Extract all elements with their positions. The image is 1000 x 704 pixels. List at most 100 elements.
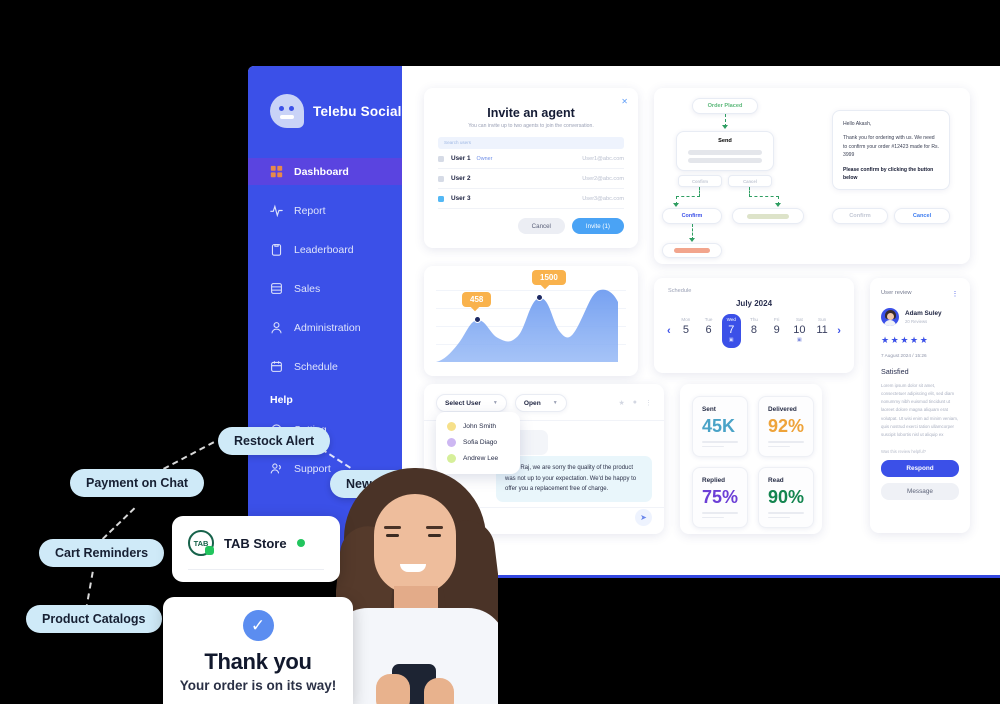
schedule-card: Schedule July 2024 ‹ Mon 5 Tue 6 Wed 7 ▣… bbox=[654, 278, 854, 373]
checkbox-icon-checked[interactable] bbox=[438, 195, 444, 202]
message-greeting: Hello Akash, bbox=[843, 121, 872, 127]
placeholder-bar bbox=[674, 248, 710, 253]
owner-tag: Owner bbox=[476, 155, 493, 162]
sidebar-help-heading: Help bbox=[270, 394, 293, 406]
sidebar-item-schedule[interactable]: Schedule bbox=[248, 353, 402, 380]
invite-agent-card: ✕ Invite an agent You can invite up to t… bbox=[424, 88, 638, 248]
flow-bubble-product-catalogs[interactable]: Product Catalogs bbox=[26, 605, 162, 633]
dropdown-option[interactable]: John Smith bbox=[436, 418, 520, 434]
star-icon[interactable]: ★ bbox=[618, 399, 624, 407]
day-number: 10 bbox=[793, 324, 806, 336]
day-name: Sun bbox=[818, 317, 827, 322]
dropdown-option[interactable]: Andrew Lee bbox=[436, 450, 520, 466]
day-number: 11 bbox=[816, 324, 828, 336]
schedule-day[interactable]: Thu 8 bbox=[744, 314, 763, 348]
invite-row[interactable]: User 3 User3@abc.com bbox=[438, 189, 624, 209]
more-vertical-icon[interactable]: ⋮ bbox=[952, 290, 960, 298]
chart-point bbox=[474, 316, 481, 323]
stat-value: 92% bbox=[768, 416, 805, 436]
sidebar-item-label: Support bbox=[294, 462, 331, 475]
send-icon[interactable]: ➤ bbox=[635, 509, 652, 526]
message-body: Thank you for ordering with us. We need … bbox=[843, 135, 939, 159]
brand-name: Telebu Social bbox=[313, 103, 402, 119]
invite-row[interactable]: User 1 Owner User1@abc.com bbox=[438, 149, 624, 169]
schedule-day-selected[interactable]: Wed 7 ▣ bbox=[721, 314, 741, 348]
flow-node-placeholder[interactable] bbox=[732, 208, 804, 224]
close-icon[interactable]: ✕ bbox=[621, 97, 628, 106]
status-dropdown[interactable]: Open ▼ bbox=[514, 394, 567, 412]
star-icon: ★ bbox=[919, 335, 930, 345]
stat-tile-replied: Replied 75% bbox=[692, 467, 749, 529]
arrow-icon bbox=[673, 203, 679, 207]
flow-bubble-payment-on-chat[interactable]: Payment on Chat bbox=[70, 469, 205, 497]
schedule-day[interactable]: Fri 9 bbox=[767, 314, 786, 348]
placeholder-bar bbox=[688, 158, 762, 163]
invite-subtitle: You can invite up to two agents to join … bbox=[468, 123, 594, 129]
flow-node-cancel-small[interactable]: Cancel bbox=[728, 175, 772, 187]
schedule-month: July 2024 bbox=[735, 299, 773, 308]
placeholder-bar bbox=[747, 213, 789, 219]
calendar-icon bbox=[271, 361, 282, 372]
select-user-label: Select User bbox=[445, 399, 481, 407]
sidebar-item-report[interactable]: Report bbox=[248, 197, 402, 224]
sidebar-item-administration[interactable]: Administration bbox=[248, 314, 402, 341]
day-name: Fri bbox=[774, 317, 780, 322]
star-rating: ★★★★★ bbox=[881, 335, 959, 346]
star-icon: ★ bbox=[881, 335, 891, 345]
select-user-dropdown[interactable]: Select User ▼ bbox=[436, 394, 507, 412]
flow-node-confirm[interactable]: Confirm bbox=[662, 208, 722, 224]
review-headline: Satisfied bbox=[881, 367, 909, 376]
cancel-button[interactable]: Cancel bbox=[517, 218, 565, 234]
dropdown-option[interactable]: Sofia Diago bbox=[436, 434, 520, 450]
chart-tooltip: 458 bbox=[462, 292, 492, 307]
star-icon: ★ bbox=[890, 335, 901, 345]
placeholder-bar bbox=[688, 150, 762, 155]
dropdown-option-label: Sofia Diago bbox=[463, 438, 498, 446]
flow-node-send[interactable]: Send bbox=[676, 131, 774, 171]
checkbox-icon[interactable] bbox=[438, 155, 444, 162]
preview-cancel-button[interactable]: Cancel bbox=[894, 208, 950, 224]
stat-tile-sent: Sent 45K bbox=[692, 396, 749, 458]
sidebar-item-label: Leaderboard bbox=[294, 243, 354, 256]
preview-confirm-button[interactable]: Confirm bbox=[832, 208, 888, 224]
avatar bbox=[447, 421, 456, 431]
day-number: 8 bbox=[750, 324, 758, 336]
chatbot-flow-card: Order Placed Send Confirm Cancel Confirm… bbox=[654, 88, 970, 264]
thank-you-subtitle: Your order is on its way! bbox=[179, 678, 337, 693]
search-users-input[interactable]: Search users bbox=[438, 137, 624, 149]
flow-bubble-restock-alert[interactable]: Restock Alert bbox=[218, 427, 331, 455]
sidebar-item-dashboard[interactable]: Dashboard bbox=[248, 158, 402, 185]
schedule-day[interactable]: Mon 5 bbox=[676, 314, 695, 348]
flow-node-order-placed[interactable]: Order Placed bbox=[692, 98, 758, 114]
flow-node-confirm-small[interactable]: Confirm bbox=[678, 175, 722, 187]
store-card: TAB TAB Store bbox=[172, 516, 340, 582]
flow-bubble-cart-reminders[interactable]: Cart Reminders bbox=[39, 539, 165, 567]
sidebar-item-sales[interactable]: Sales bbox=[248, 275, 402, 302]
chevron-left-icon[interactable]: ‹ bbox=[665, 325, 673, 337]
schedule-day[interactable]: Tue 6 bbox=[699, 314, 718, 348]
day-name: Thu bbox=[750, 317, 758, 322]
sidebar-item-label: Sales bbox=[294, 282, 321, 295]
more-vertical-icon[interactable]: ⋮ bbox=[645, 399, 652, 407]
schedule-day[interactable]: Sat 10 ▣ bbox=[790, 314, 809, 348]
arrow-icon bbox=[689, 238, 695, 242]
flow-node-end[interactable] bbox=[662, 243, 722, 258]
message-button[interactable]: Message bbox=[881, 482, 959, 500]
chat-bubble-icon bbox=[270, 94, 304, 128]
invite-button[interactable]: Invite (1) bbox=[571, 218, 624, 234]
respond-button[interactable]: Respond bbox=[881, 459, 959, 477]
invite-user-email: User3@abc.com bbox=[582, 195, 624, 202]
invite-user-email: User1@abc.com bbox=[582, 155, 624, 162]
sidebar-item-leaderboard[interactable]: Leaderboard bbox=[248, 236, 402, 263]
arrow-icon bbox=[775, 203, 781, 207]
schedule-day[interactable]: Sun 11 bbox=[813, 314, 832, 348]
stat-tile-delivered: Delivered 92% bbox=[758, 396, 815, 458]
user-add-icon[interactable]: ● bbox=[633, 399, 637, 407]
screenshot-stage: Telebu Social Dashboard Report Leaderboa… bbox=[0, 0, 1000, 704]
pulse-icon bbox=[270, 204, 283, 217]
checkbox-icon[interactable] bbox=[438, 175, 444, 182]
invite-row[interactable]: User 2 User2@abc.com bbox=[438, 169, 624, 189]
arrow-icon bbox=[722, 125, 728, 129]
divider bbox=[188, 569, 324, 570]
chevron-right-icon[interactable]: › bbox=[835, 325, 843, 337]
